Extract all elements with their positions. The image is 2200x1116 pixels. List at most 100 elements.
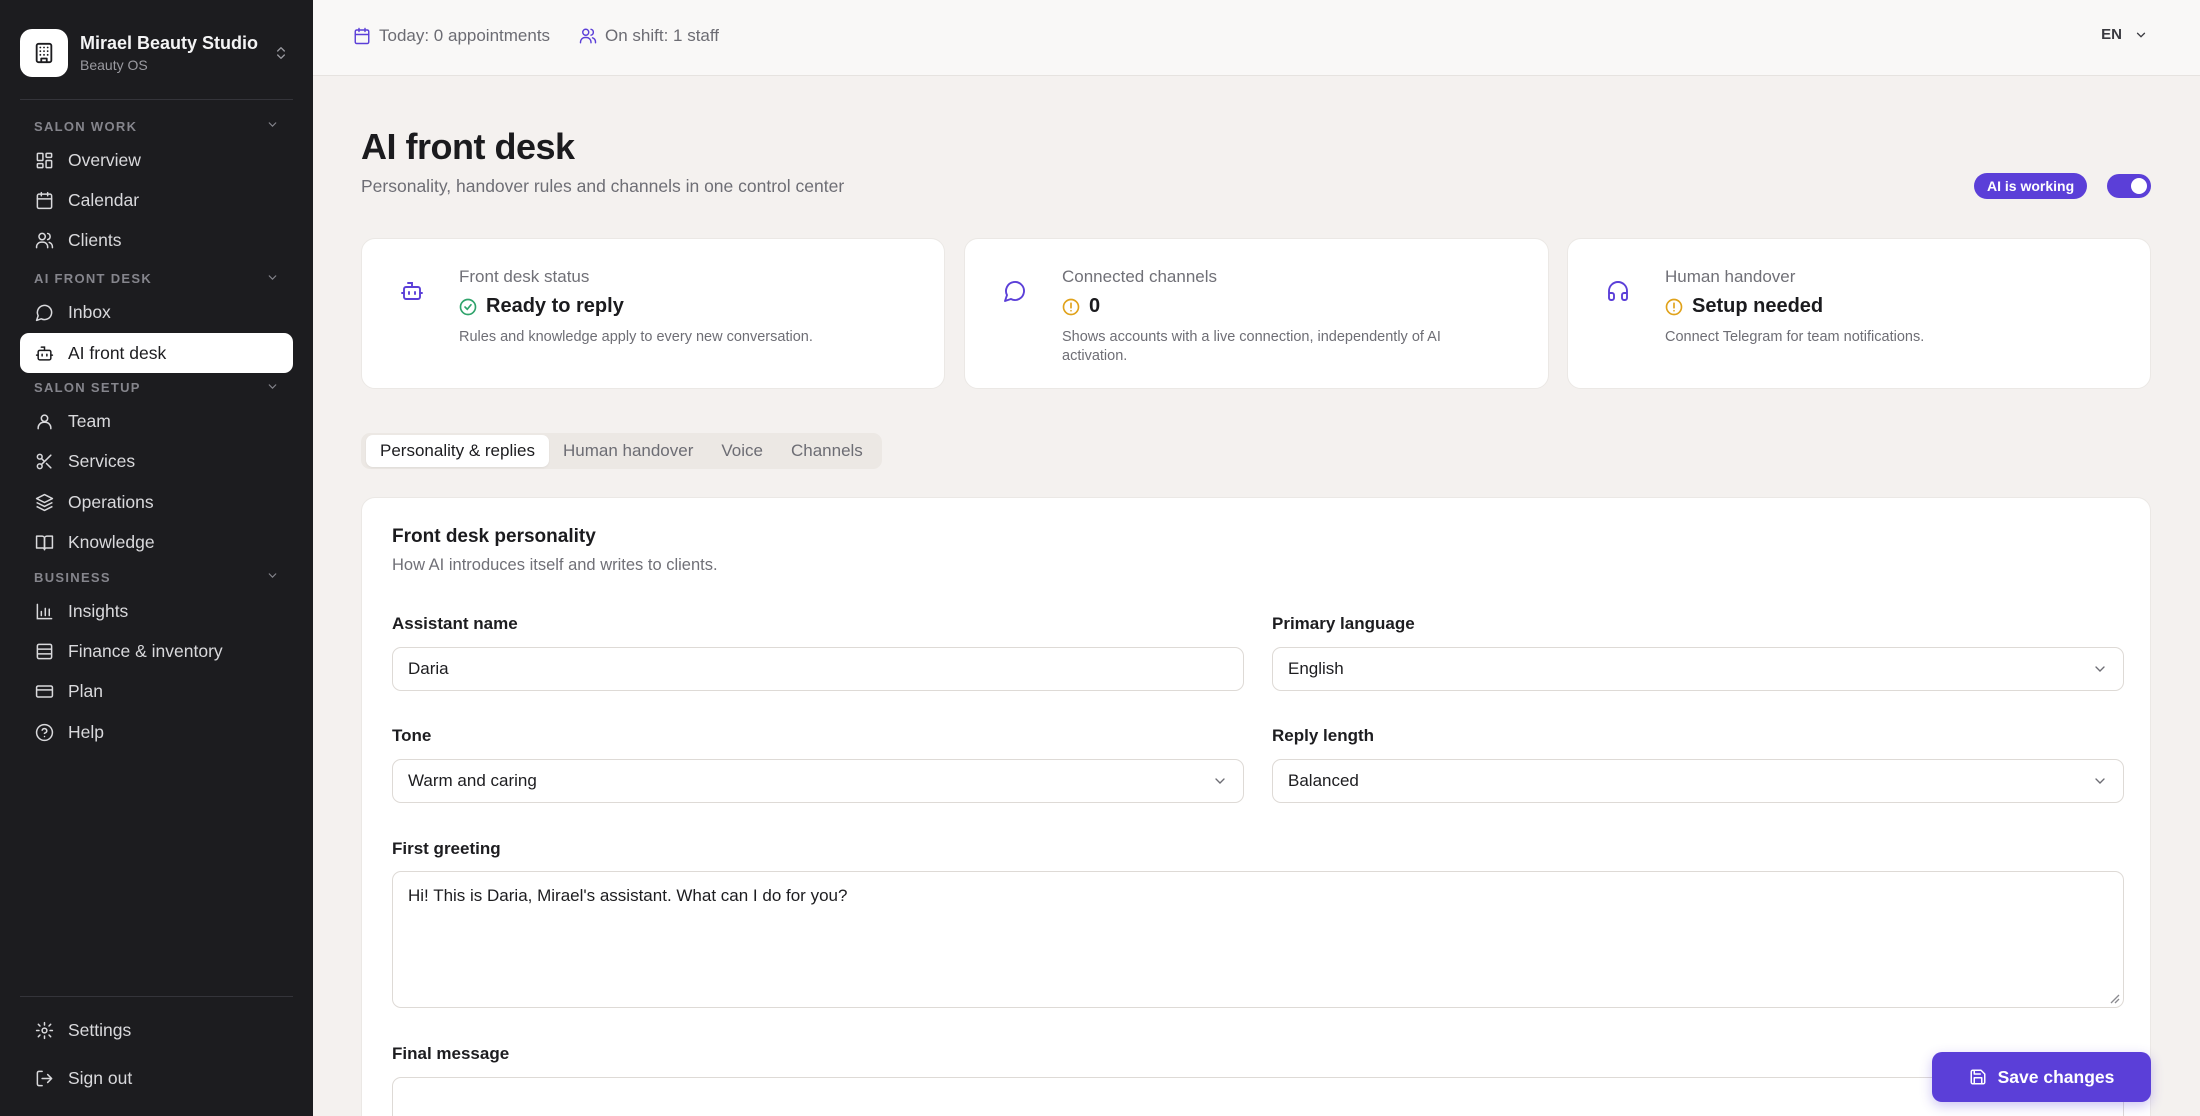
sidebar-item-plan[interactable]: Plan <box>20 672 293 712</box>
sidebar-item-label: Services <box>68 451 136 472</box>
user-icon <box>34 412 54 432</box>
workspace-switcher[interactable]: Mirael Beauty Studio Beauty OS <box>20 22 293 84</box>
card-value: Setup needed <box>1665 295 1823 318</box>
headphones-icon <box>1606 279 1630 303</box>
chat-bubble-icon <box>1003 279 1027 303</box>
first-greeting-textarea[interactable]: Hi! This is Daria, Mirael's assistant. W… <box>392 871 2124 1008</box>
sidebar-item-insights[interactable]: Insights <box>20 591 293 631</box>
calendar-icon <box>353 27 371 45</box>
reply-length-value: Balanced <box>1288 771 1359 790</box>
tab-personality-replies[interactable]: Personality & replies <box>366 435 549 467</box>
language-select[interactable]: EN <box>2101 26 2148 43</box>
book-icon <box>34 533 54 553</box>
primary-language-value: English <box>1288 659 1344 678</box>
sidebar-divider <box>20 996 293 997</box>
robot-icon <box>400 279 424 303</box>
sidebar-item-operations[interactable]: Operations <box>20 482 293 522</box>
on-shift-label: On shift: 1 staff <box>605 26 720 45</box>
tab-voice[interactable]: Voice <box>707 435 777 467</box>
users-icon <box>579 27 597 45</box>
settings-label: Settings <box>68 1019 132 1040</box>
check-circle-icon <box>459 298 477 316</box>
sidebar-item-calendar[interactable]: Calendar <box>20 180 293 220</box>
chevron-down-icon <box>266 271 279 287</box>
save-icon <box>1969 1068 1987 1086</box>
save-changes-button[interactable]: Save changes <box>1932 1052 2151 1102</box>
reply-length-label: Reply length <box>1272 726 1375 745</box>
sidebar-item-label: Calendar <box>68 189 140 210</box>
tab-human-handover[interactable]: Human handover <box>549 435 707 467</box>
sidebar-item-label: Inbox <box>68 302 111 323</box>
chevron-down-icon <box>2092 661 2108 677</box>
sidebar-item-label: Team <box>68 411 111 432</box>
sidebar-divider <box>20 99 293 100</box>
section-salon-setup[interactable]: SALON SETUP <box>20 374 293 402</box>
first-greeting-label: First greeting <box>392 839 501 858</box>
sidebar-item-ai-front-desk[interactable]: AI front desk <box>20 333 293 374</box>
section-title: BUSINESS <box>34 569 111 585</box>
assistant-name-input[interactable]: Daria <box>392 647 1244 691</box>
chevrons-up-down-icon <box>269 41 293 65</box>
section-ai-front-desk[interactable]: AI FRONT DESK <box>20 265 293 293</box>
language-label: EN <box>2101 26 2122 43</box>
sidebar-item-label: Finance & inventory <box>68 641 223 662</box>
chevron-down-icon <box>266 569 279 585</box>
card-note: Rules and knowledge apply to every new c… <box>459 329 813 345</box>
section-title: AI FRONT DESK <box>34 271 153 287</box>
ai-status-badge: AI is working <box>1974 173 2088 199</box>
primary-language-select[interactable]: English <box>1272 647 2124 691</box>
assistant-name-label: Assistant name <box>392 614 518 633</box>
sidebar-item-finance[interactable]: Finance & inventory <box>20 632 293 672</box>
sidebar-item-services[interactable]: Services <box>20 442 293 482</box>
alert-circle-icon <box>1062 298 1080 316</box>
card-value: Ready to reply <box>459 295 624 318</box>
assistant-name-value: Daria <box>408 659 449 678</box>
sidebar-item-overview[interactable]: Overview <box>20 140 293 180</box>
sidebar-item-inbox[interactable]: Inbox <box>20 293 293 333</box>
alert-circle-icon <box>1665 298 1683 316</box>
card-label: Human handover <box>1665 267 1796 286</box>
save-label: Save changes <box>1997 1066 2115 1087</box>
sidebar-item-knowledge[interactable]: Knowledge <box>20 523 293 563</box>
bar-chart-icon <box>34 601 54 621</box>
chevron-down-icon <box>266 380 279 396</box>
card-value-text: Ready to reply <box>486 295 624 317</box>
today-appointments[interactable]: Today: 0 appointments <box>353 26 550 46</box>
chevron-down-icon <box>1212 773 1228 789</box>
sidebar-footer: Settings Sign out <box>20 1010 293 1098</box>
resize-handle-icon[interactable] <box>2108 992 2120 1004</box>
sidebar: Mirael Beauty Studio Beauty OS SALON WOR… <box>0 0 313 1116</box>
card-note: Shows accounts with a live connection, i… <box>1062 329 1441 364</box>
final-message-textarea[interactable] <box>392 1077 2124 1116</box>
tone-value: Warm and caring <box>408 771 537 790</box>
tab-channels[interactable]: Channels <box>777 435 877 467</box>
on-shift-staff[interactable]: On shift: 1 staff <box>579 26 719 46</box>
card-value-text: Setup needed <box>1692 295 1824 317</box>
section-salon-work[interactable]: SALON WORK <box>20 112 293 140</box>
sidebar-item-team[interactable]: Team <box>20 402 293 442</box>
section-title: SALON WORK <box>34 118 138 134</box>
gear-icon <box>34 1020 54 1040</box>
sidebar-item-label: Plan <box>68 681 104 702</box>
human-handover-card: Human handover Setup needed Connect Tele… <box>1567 238 2151 389</box>
topbar: Today: 0 appointments On shift: 1 staff … <box>313 0 2200 76</box>
section-title: SALON SETUP <box>34 380 141 396</box>
sidebar-item-label: Insights <box>68 600 129 621</box>
reply-length-select[interactable]: Balanced <box>1272 759 2124 803</box>
tone-select[interactable]: Warm and caring <box>392 759 1244 803</box>
panel-subtitle: How AI introduces itself and writes to c… <box>392 556 718 574</box>
credit-card-icon <box>34 682 54 702</box>
chat-bubble-icon <box>34 303 54 323</box>
sidebar-item-clients[interactable]: Clients <box>20 221 293 261</box>
sidebar-item-help[interactable]: Help <box>20 712 293 752</box>
section-business[interactable]: BUSINESS <box>20 563 293 591</box>
users-icon <box>34 231 54 251</box>
building-icon <box>20 29 68 77</box>
sign-out-link[interactable]: Sign out <box>20 1058 293 1098</box>
settings-link[interactable]: Settings <box>20 1010 293 1050</box>
page-title: AI front desk <box>361 126 575 167</box>
ai-enable-toggle[interactable] <box>2107 174 2151 198</box>
sidebar-item-label: Clients <box>68 230 122 251</box>
front-desk-status-card: Front desk status Ready to reply Rules a… <box>361 238 945 389</box>
card-label: Connected channels <box>1062 267 1218 286</box>
